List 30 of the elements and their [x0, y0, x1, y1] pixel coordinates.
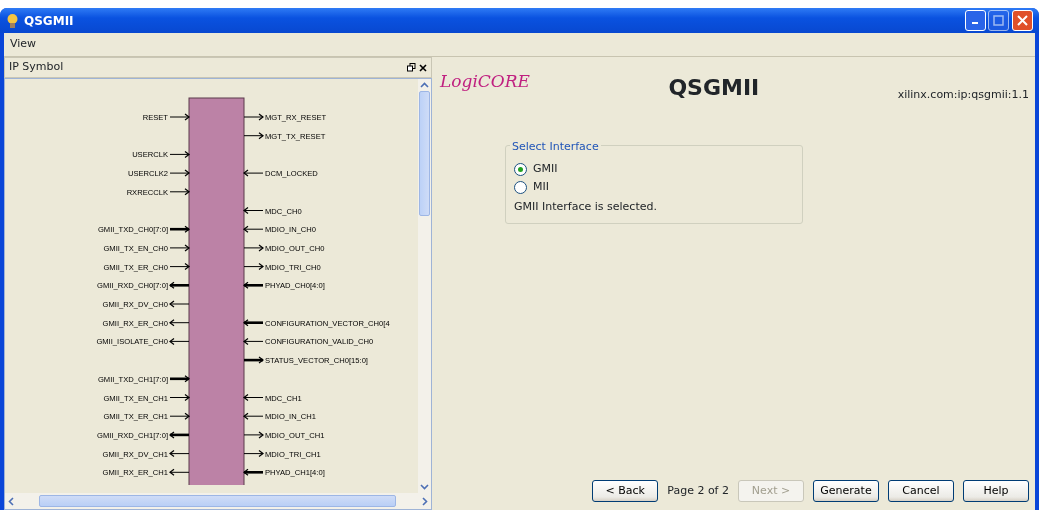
panel-title: IP Symbol [9, 59, 64, 76]
radio-label: GMII [533, 160, 558, 177]
menu-item[interactable]: View [10, 36, 37, 53]
radio-button[interactable] [514, 162, 527, 176]
app-icon [6, 12, 19, 29]
vertical-scrollbar[interactable] [418, 79, 431, 493]
window-title: QSGMII [24, 12, 74, 30]
radio-label: MII [533, 178, 549, 195]
page-indicator: Page 2 of 2 [667, 482, 729, 499]
scroll-up-icon[interactable] [420, 81, 429, 88]
logo: LogiCORE [440, 70, 530, 93]
minimize-button[interactable] [964, 10, 986, 31]
close-icon [1017, 15, 1028, 26]
maximize-icon [993, 15, 1005, 26]
wizard-button[interactable]: Generate [813, 479, 879, 502]
scroll-down-icon[interactable] [420, 484, 429, 491]
close-button[interactable] [1012, 10, 1033, 31]
radio-button[interactable] [514, 180, 527, 194]
maximize-button[interactable] [988, 10, 1010, 31]
wizard-button[interactable]: < Back [592, 479, 659, 502]
wizard-button[interactable]: Help [963, 479, 1029, 502]
horizontal-scrollbar[interactable] [5, 493, 431, 509]
wizard-title: QSGMII [667, 74, 761, 102]
version-text: xilinx.com:ip:qsgmii:1.1 [897, 87, 1029, 103]
wizard-button[interactable]: Cancel [888, 479, 954, 502]
scroll-left-icon[interactable] [7, 496, 14, 506]
float-icon[interactable] [407, 63, 417, 72]
scroll-right-icon[interactable] [422, 496, 429, 506]
status-text: GMII Interface is selected. [514, 198, 658, 215]
close-icon[interactable] [419, 63, 427, 72]
